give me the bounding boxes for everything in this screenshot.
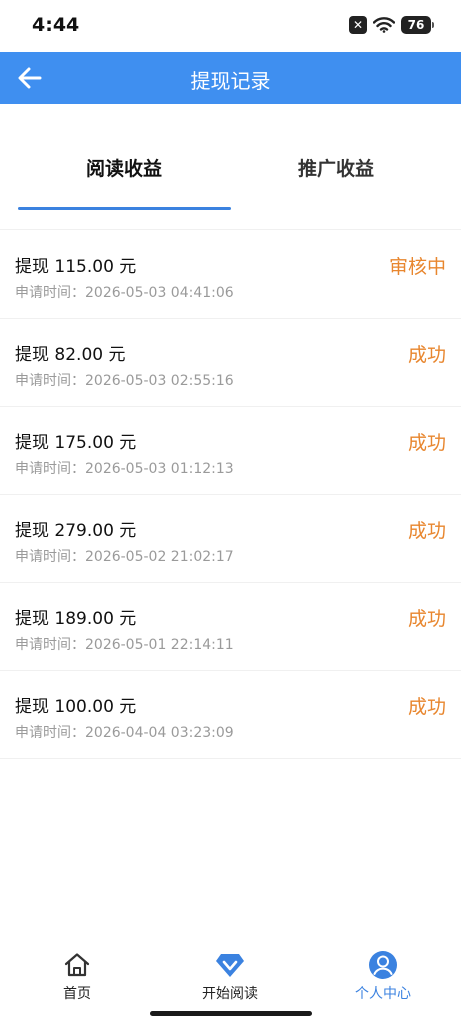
list-item[interactable]: 提现 279.00 元 申请时间：2026-05-02 21:02:17 成功	[0, 495, 461, 583]
record-status: 成功	[407, 520, 446, 542]
battery-icon: 76	[401, 16, 434, 34]
record-status: 成功	[407, 432, 446, 454]
active-tab-indicator	[18, 207, 231, 210]
list-item[interactable]: 提现 115.00 元 申请时间：2026-05-03 04:41:06 审核中	[0, 231, 461, 319]
record-time: 申请时间：2026-05-01 22:14:11	[15, 637, 234, 653]
tab-bar: 阅读收益 推广收益	[0, 104, 461, 230]
record-amount: 提现 100.00 元	[15, 697, 137, 717]
list-item[interactable]: 提现 82.00 元 申请时间：2026-05-03 02:55:16 成功	[0, 319, 461, 407]
record-amount: 提现 175.00 元	[15, 433, 137, 453]
battery-level: 76	[407, 18, 425, 32]
diamond-icon	[215, 950, 245, 980]
nav-start-reading-label: 开始阅读	[202, 986, 258, 1002]
nav-profile[interactable]: 个人中心	[323, 950, 443, 1003]
tab-promotion-income[interactable]: 推广收益	[298, 154, 374, 181]
status-bar: 4:44 ✕ 76	[0, 0, 461, 52]
record-status: 成功	[407, 344, 446, 366]
home-icon	[62, 950, 92, 980]
divider	[0, 229, 461, 230]
list-item[interactable]: 提现 100.00 元 申请时间：2026-04-04 03:23:09 成功	[0, 671, 461, 759]
list-item[interactable]: 提现 189.00 元 申请时间：2026-05-01 22:14:11 成功	[0, 583, 461, 671]
record-time: 申请时间：2026-05-03 02:55:16	[15, 373, 234, 389]
page-title: 提现记录	[190, 69, 271, 93]
user-icon	[368, 950, 398, 980]
nav-profile-label: 个人中心	[355, 986, 411, 1002]
record-amount: 提现 115.00 元	[15, 257, 137, 277]
mute-icon: ✕	[349, 16, 367, 34]
tab-reading-income[interactable]: 阅读收益	[86, 154, 162, 181]
record-time: 申请时间：2026-04-04 03:23:09	[15, 725, 234, 741]
record-amount: 提现 279.00 元	[15, 521, 137, 541]
header-bar: 提现记录	[0, 52, 461, 104]
status-time: 4:44	[32, 14, 80, 36]
list-item[interactable]: 提现 175.00 元 申请时间：2026-05-03 01:12:13 成功	[0, 407, 461, 495]
record-status: 审核中	[388, 256, 446, 278]
status-icons: ✕ 76	[349, 15, 434, 35]
record-status: 成功	[407, 696, 446, 718]
record-time: 申请时间：2026-05-03 01:12:13	[15, 461, 234, 477]
record-time: 申请时间：2026-05-03 04:41:06	[15, 285, 234, 301]
wifi-icon	[373, 17, 395, 33]
home-indicator	[150, 1011, 312, 1016]
record-time: 申请时间：2026-05-02 21:02:17	[15, 549, 234, 565]
record-status: 成功	[407, 608, 446, 630]
nav-home[interactable]: 首页	[17, 950, 137, 1003]
record-amount: 提现 82.00 元	[15, 345, 126, 365]
withdrawal-records-list: 提现 115.00 元 申请时间：2026-05-03 04:41:06 审核中…	[0, 231, 461, 759]
nav-home-label: 首页	[63, 986, 91, 1002]
nav-start-reading[interactable]: 开始阅读	[170, 950, 290, 1003]
record-amount: 提现 189.00 元	[15, 609, 137, 629]
